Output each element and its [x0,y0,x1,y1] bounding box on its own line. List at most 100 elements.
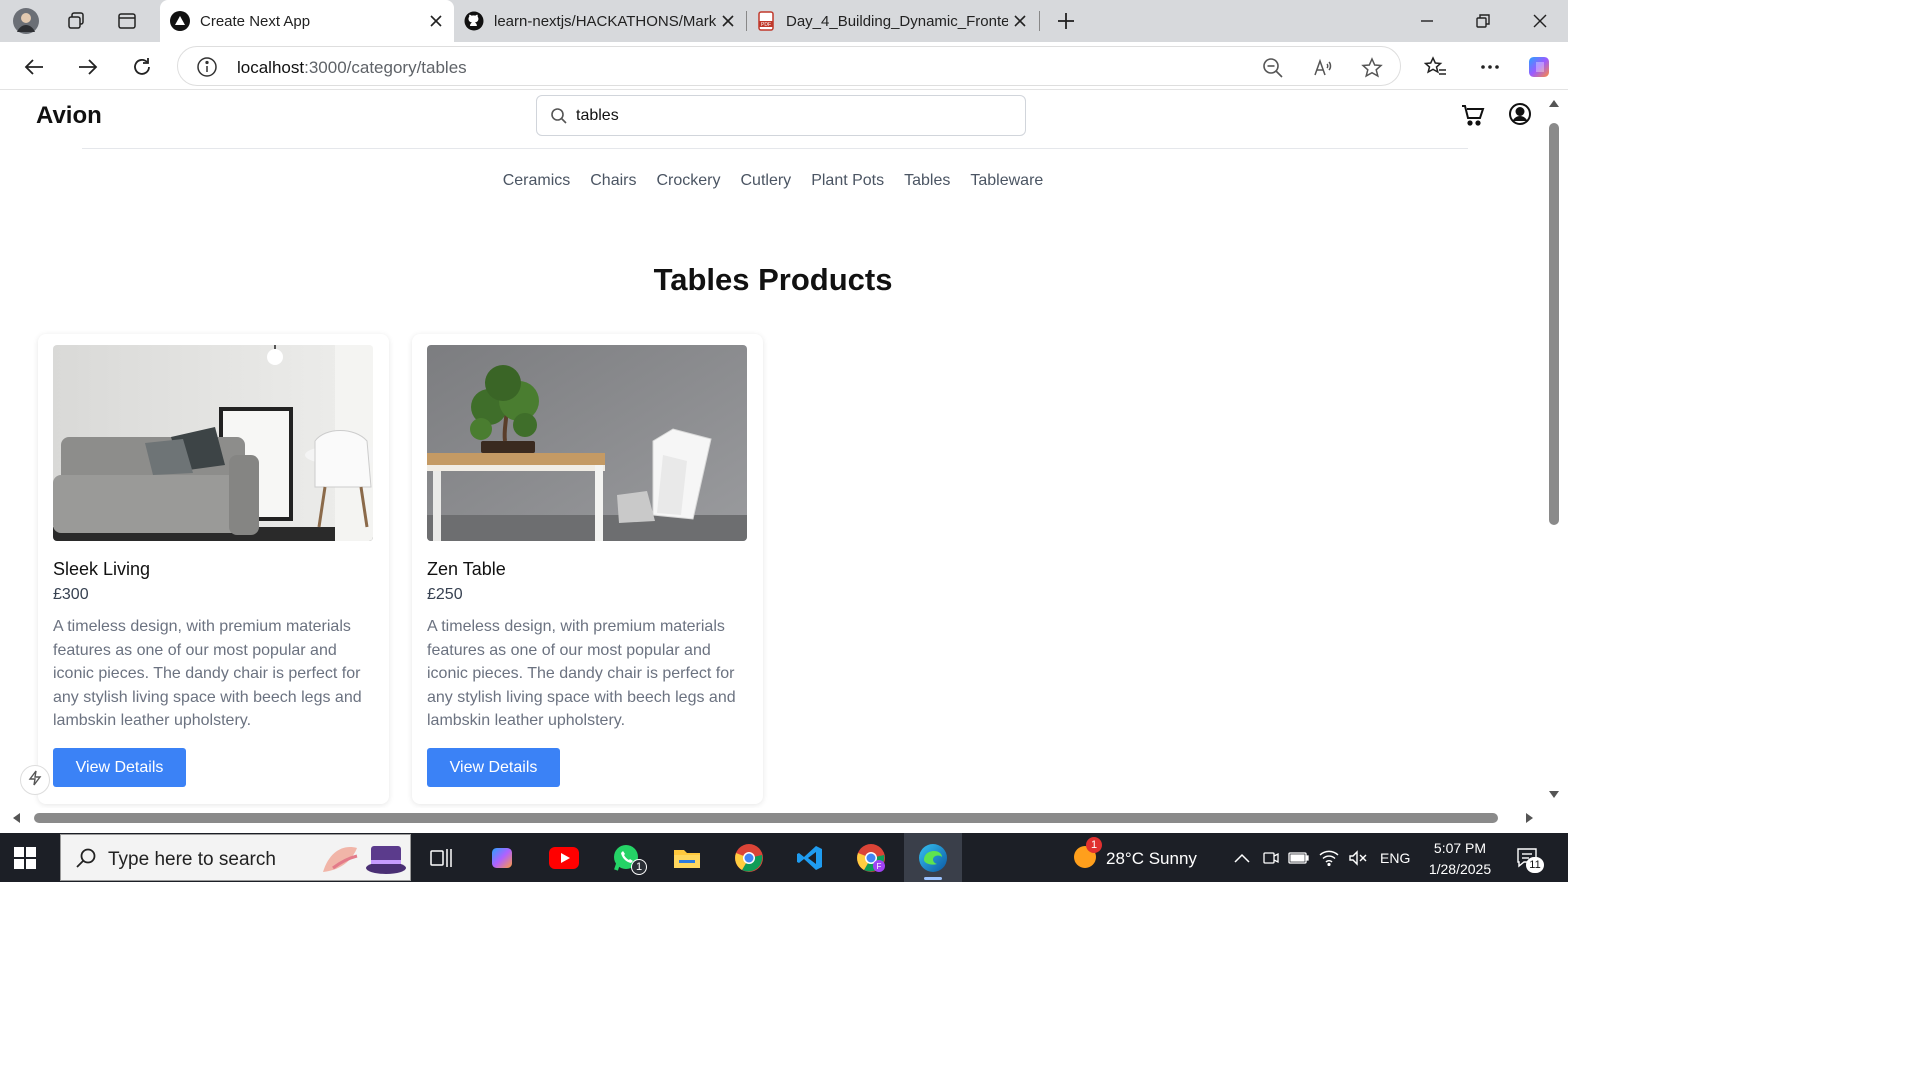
tab-separator [1039,11,1040,31]
notification-center-icon[interactable]: 11 [1515,845,1544,873]
search-highlight-illustration [319,838,409,878]
view-details-button[interactable]: View Details [427,748,560,787]
meet-now-icon[interactable] [1260,847,1282,869]
refresh-icon[interactable] [125,50,159,84]
page-title: Tables Products [653,262,893,297]
whatsapp-icon[interactable]: 1 [597,833,655,882]
minimize-icon[interactable] [1399,0,1455,42]
copilot-icon[interactable] [1523,50,1557,84]
vertical-scroll-thumb[interactable] [1549,123,1559,525]
search-icon [549,106,569,126]
workspaces-icon[interactable] [60,6,92,36]
tab-title: learn-nextjs/HACKATHONS/Marke [494,12,716,30]
product-card: Sleek Living £300 A timeless design, wit… [38,334,389,804]
product-image-bonsai-table[interactable] [427,345,747,541]
read-aloud-icon[interactable] [1310,55,1336,81]
site-logo[interactable]: Avion [36,102,102,130]
product-description: A timeless design, with premium material… [427,618,736,729]
search-input[interactable] [576,104,1006,128]
weather-text: 28°C Sunny [1106,848,1197,868]
category-link-crockery[interactable]: Crockery [656,172,720,190]
profile-avatar[interactable] [10,6,42,36]
taskbar-search-placeholder: Type here to search [108,849,276,870]
scroll-right-arrow-icon[interactable] [1524,812,1534,824]
close-tab-icon[interactable] [1008,9,1032,33]
wifi-icon[interactable] [1318,847,1340,869]
address-bar[interactable]: localhost:3000/category/tables [177,46,1401,86]
close-window-icon[interactable] [1512,0,1568,42]
url-host: localhost [237,58,305,77]
windows-start-icon[interactable] [14,847,36,869]
category-link-chairs[interactable]: Chairs [590,172,636,190]
scroll-down-arrow-icon[interactable] [1548,789,1560,799]
zoom-out-icon[interactable] [1260,55,1286,81]
language-indicator[interactable]: ENG [1380,850,1410,866]
category-link-tables[interactable]: Tables [904,172,950,190]
copilot-taskbar-icon[interactable] [474,833,532,882]
tab-create-next-app[interactable]: Create Next App [160,0,454,42]
product-name[interactable]: Zen Table [427,559,506,580]
cart-icon[interactable] [1460,102,1486,128]
task-view-icon[interactable] [412,833,470,882]
notification-count-badge: 11 [1526,857,1544,873]
more-options-icon[interactable] [1473,50,1507,84]
nextjs-dev-indicator[interactable] [20,765,50,795]
category-nav: Ceramics Chairs Crockery Cutlery Plant P… [0,172,1546,190]
weather-alert-badge: 1 [1086,837,1102,853]
taskbar-search[interactable]: Type here to search [60,834,411,881]
url-text[interactable]: localhost:3000/category/tables [237,58,467,78]
view-details-button[interactable]: View Details [53,748,186,787]
header-divider [82,148,1468,149]
volume-muted-icon[interactable] [1347,847,1369,869]
product-price: £300 [53,586,89,603]
category-link-plant-pots[interactable]: Plant Pots [811,172,884,190]
whatsapp-badge: 1 [631,859,647,875]
scroll-up-arrow-icon[interactable] [1548,99,1560,109]
new-tab-plus-icon[interactable] [1050,6,1082,36]
site-info-icon[interactable] [196,56,218,78]
chevron-up-icon[interactable] [1231,847,1253,869]
url-path: :3000/category/tables [304,58,467,77]
vscode-icon[interactable] [781,833,839,882]
favorites-icon[interactable] [1419,50,1453,84]
chrome-icon[interactable] [720,833,778,882]
product-description: A timeless design, with premium material… [53,618,362,729]
category-link-tableware[interactable]: Tableware [970,172,1043,190]
favorite-star-icon[interactable] [1359,55,1385,81]
pdf-icon: PDF [756,11,776,31]
category-link-cutlery[interactable]: Cutlery [741,172,792,190]
nextjs-icon [170,11,190,31]
product-image-sofa[interactable] [53,345,373,541]
back-arrow-icon[interactable] [17,50,51,84]
search-icon [75,847,97,869]
windows-taskbar: Type here to search 1 F 1 28°C Sunny ENG… [0,833,1568,882]
scroll-left-arrow-icon[interactable] [12,812,22,824]
vertical-tabs-icon[interactable] [111,6,143,36]
sun-icon: 1 [1072,837,1102,874]
tab-pdf[interactable]: PDF Day_4_Building_Dynamic_Fronten [746,0,1038,42]
product-name[interactable]: Sleek Living [53,559,150,580]
category-link-ceramics[interactable]: Ceramics [503,172,571,190]
horizontal-scrollbar[interactable] [0,808,1568,830]
weather-widget[interactable]: 1 28°C Sunny [1072,837,1197,874]
battery-icon[interactable] [1288,847,1310,869]
close-tab-icon[interactable] [716,9,740,33]
chrome-profile-icon[interactable]: F [842,833,900,882]
file-explorer-icon[interactable] [658,833,716,882]
tab-github[interactable]: learn-nextjs/HACKATHONS/Marke [454,0,746,42]
user-account-icon[interactable] [1508,102,1532,126]
clock-time: 5:07 PM [1433,840,1487,856]
restore-icon[interactable] [1455,0,1511,42]
vertical-scrollbar[interactable] [1546,91,1568,808]
edge-icon[interactable] [904,833,962,882]
tab-title: Day_4_Building_Dynamic_Fronten [786,12,1008,30]
product-price: £250 [427,586,463,603]
product-card: Zen Table £250 A timeless design, with p… [412,334,763,804]
youtube-icon[interactable] [535,833,593,882]
horizontal-scroll-thumb[interactable] [34,813,1498,823]
forward-arrow-icon[interactable] [71,50,105,84]
system-clock[interactable]: 5:07 PM 1/28/2025 [1422,838,1498,880]
svg-text:F: F [877,862,882,871]
site-search[interactable] [536,95,1026,136]
close-tab-icon[interactable] [424,9,448,33]
